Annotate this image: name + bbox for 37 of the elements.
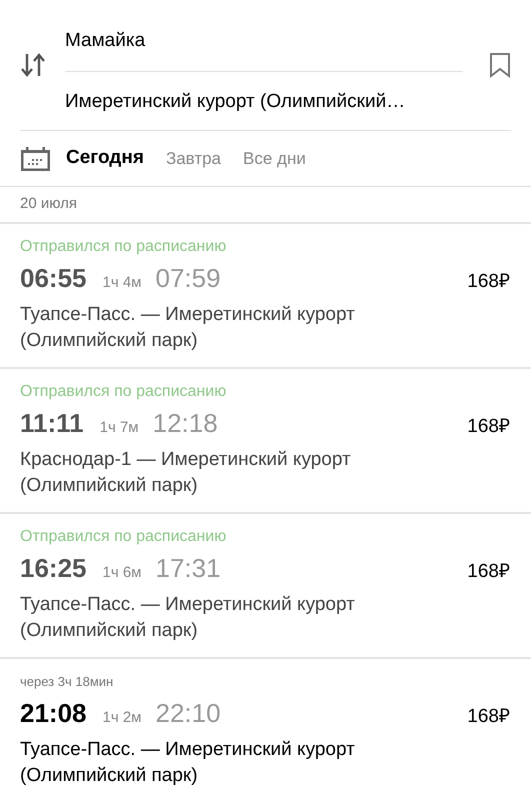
trip-row[interactable]: Отправился по расписанию 06:55 1ч 4м 07:59 168₽ Туапсе-Пасс. — Имеретинский курорт (Олимпийский парк) (0, 222, 531, 367)
departure-time: 16:25 (20, 552, 86, 585)
swap-icon[interactable] (20, 52, 46, 78)
date-tab[interactable]: Сегодня (66, 144, 144, 173)
trip-price: 168₽ (467, 705, 510, 729)
origin-station[interactable]: Мамайка (65, 0, 463, 70)
trip-price: 168₽ (467, 560, 510, 584)
departure-time: 06:55 (20, 262, 86, 295)
trip-route: Туапсе-Пасс. — Имеретинский курорт (Олимпийский парк) (20, 303, 356, 353)
trip-status: Отправился по расписанию (20, 527, 228, 547)
trip-status: Отправился по расписанию (20, 237, 228, 257)
trip-duration: 1ч 6м (102, 563, 142, 583)
date-tab[interactable]: Все дни (243, 146, 306, 172)
arrival-time: 17:31 (155, 552, 221, 585)
trip-route: Туапсе-Пасс. — Имеретинский курорт (Олимпийский парк) (20, 738, 356, 788)
trip-route: Краснодар-1 — Имеретинский курорт (Олимпийский парк) (20, 448, 352, 498)
arrival-time: 22:10 (155, 697, 221, 730)
bookmark-icon[interactable] (489, 52, 511, 78)
departure-time: 11:11 (20, 407, 84, 440)
trip-row[interactable]: через 3ч 18мин 21:08 1ч 2м 22:10 168₽ Туапсе-Пасс. — Имеретинский курорт (Олимпийский парк) (0, 657, 531, 800)
calendar-icon[interactable] (21, 146, 50, 170)
arrival-time: 12:18 (152, 407, 218, 440)
departure-time: 21:08 (20, 697, 86, 730)
trip-route: Туапсе-Пасс. — Имеретинский курорт (Олимпийский парк) (20, 593, 356, 643)
trip-price: 168₽ (467, 270, 510, 294)
trip-status: Отправился по расписанию (20, 382, 228, 402)
trip-status: через 3ч 18мин (20, 673, 114, 691)
trip-duration: 1ч 2м (102, 708, 142, 728)
arrival-time: 07:59 (155, 262, 221, 295)
trip-price: 168₽ (467, 415, 510, 439)
trip-row[interactable]: Отправился по расписанию 11:11 1ч 7м 12:18 168₽ Краснодар-1 — Имеретинский курорт (Олимпийский парк) (0, 367, 531, 512)
destination-station[interactable]: Имеретинский курорт (Олимпийский… (65, 72, 463, 132)
trip-duration: 1ч 4м (102, 273, 142, 293)
trip-duration: 1ч 7м (100, 418, 139, 438)
date-header: 20 июля (20, 194, 78, 214)
trip-row[interactable]: Отправился по расписанию 16:25 1ч 6м 17:31 168₽ Туапсе-Пасс. — Имеретинский курорт (Олимпийский парк) (0, 512, 531, 657)
date-tab[interactable]: Завтра (166, 146, 222, 172)
